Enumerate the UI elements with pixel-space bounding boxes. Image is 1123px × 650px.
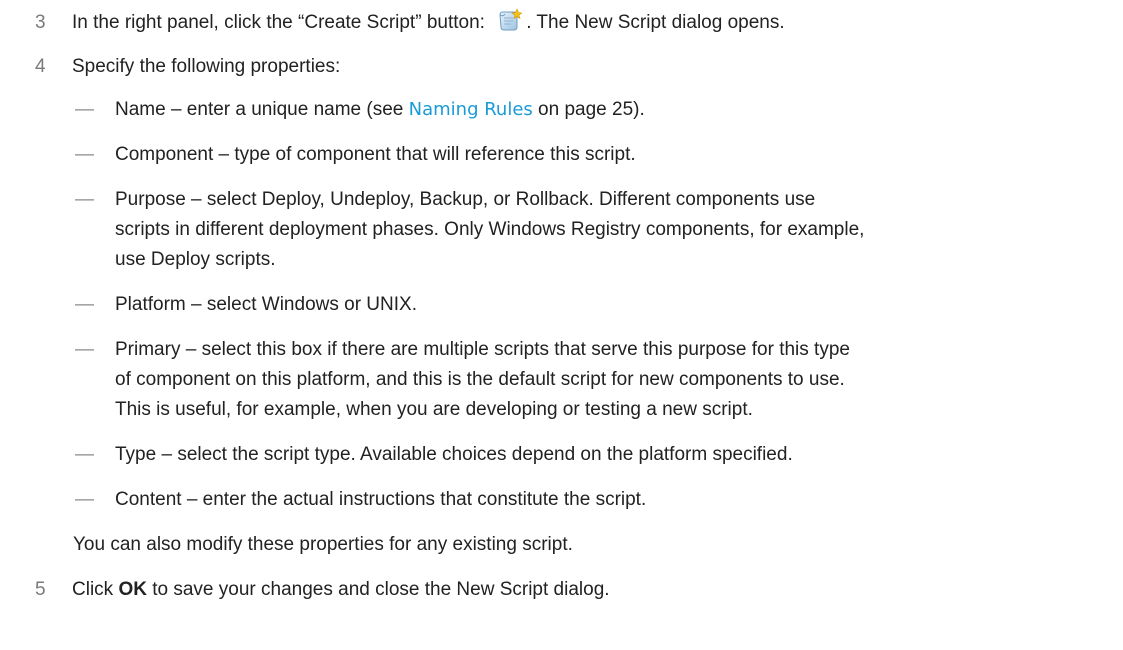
- property-purpose: — Purpose – select Deploy, Undeploy, Bac…: [75, 185, 1093, 275]
- property-primary: — Primary – select this box if there are…: [75, 335, 1093, 425]
- property-text: Name – enter a unique name (see Naming R…: [115, 95, 865, 125]
- dash-bullet: —: [75, 144, 94, 165]
- property-component: — Component – type of component that wil…: [75, 140, 1093, 170]
- naming-rules-link[interactable]: Naming Rules: [409, 99, 533, 120]
- step-number: 4: [35, 56, 46, 77]
- step-text-after: to save your changes and close the New S…: [146, 579, 610, 600]
- property-text: Type – select the script type. Available…: [115, 444, 793, 465]
- create-script-icon: [496, 8, 524, 34]
- property-content: — Content – enter the actual instruction…: [75, 485, 1093, 515]
- step-text: Specify the following properties:: [72, 56, 341, 77]
- property-text: Platform – select Windows or UNIX.: [115, 294, 417, 315]
- property-text: Purpose – select Deploy, Undeploy, Backu…: [115, 189, 865, 270]
- ok-label: OK: [118, 579, 147, 600]
- dash-bullet: —: [75, 99, 94, 120]
- dash-bullet: —: [75, 339, 94, 360]
- property-text: Primary – select this box if there are m…: [115, 339, 850, 420]
- dash-bullet: —: [75, 189, 94, 210]
- property-text: Component – type of component that will …: [115, 144, 636, 165]
- property-type: — Type – select the script type. Availab…: [75, 440, 1093, 470]
- step-text-before: In the right panel, click the “Create Sc…: [72, 12, 491, 33]
- property-platform: — Platform – select Windows or UNIX.: [75, 290, 1093, 320]
- property-text: Content – enter the actual instructions …: [115, 489, 647, 510]
- dash-bullet: —: [75, 444, 94, 465]
- property-text-before: Name – enter a unique name (see: [115, 99, 409, 120]
- step-number: 5: [35, 579, 46, 600]
- step-number: 3: [35, 12, 46, 33]
- property-name: — Name – enter a unique name (see Naming…: [75, 95, 1093, 125]
- step-text-after: . The New Script dialog opens.: [526, 12, 785, 33]
- dash-bullet: —: [75, 294, 94, 315]
- dash-bullet: —: [75, 489, 94, 510]
- step-text: Click OK to save your changes and close …: [72, 575, 1103, 605]
- document-page: 3 In the right panel, click the “Create …: [0, 0, 1123, 650]
- note-text: You can also modify these properties for…: [73, 534, 573, 555]
- step-text: In the right panel, click the “Create Sc…: [72, 8, 1103, 38]
- property-text-after: on page 25).: [532, 99, 645, 120]
- step-text-before: Click: [72, 579, 119, 600]
